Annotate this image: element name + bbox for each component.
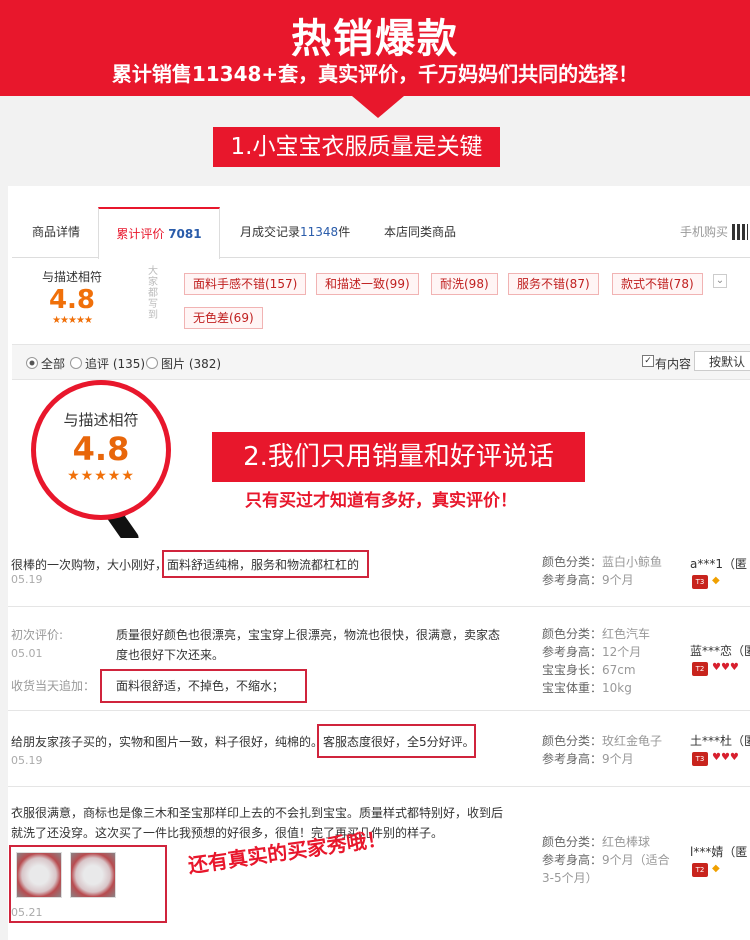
meta-value: 9个月 xyxy=(602,573,634,587)
review-date: 05.19 xyxy=(11,573,43,586)
tab-bar: 商品详情 累计评价 7081 月成交记录11348件 本店同类商品 手机购买 xyxy=(12,207,750,259)
radio-icon xyxy=(70,357,82,369)
meta-key: 参考身高： xyxy=(542,853,603,867)
reviewer-name[interactable]: 土***杜（匿 xyxy=(690,732,750,749)
append-review-label: 收货当天追加： xyxy=(11,679,96,693)
meta-value: 玫红金龟子 xyxy=(602,734,663,748)
user-level-badge: T3 xyxy=(692,575,708,589)
rating-score: 4.8 xyxy=(48,285,96,315)
tab-mobile-buy[interactable]: 手机购买 xyxy=(680,207,728,257)
review-text-part: 给朋友家孩子买的，实物和图片一致，料子很好，纯棉的。 xyxy=(11,735,324,749)
filter-pictures-label: 图片 (382) xyxy=(161,357,222,371)
highlight-box xyxy=(317,724,476,758)
rating-summary: 与描述相符 4.8 ★★★★★ xyxy=(12,258,132,344)
banner-subtitle: 累计销售11348+套，真实评价，千万妈妈们共同的选择！ xyxy=(111,62,639,86)
radio-icon xyxy=(146,357,158,369)
reviewer-name[interactable]: l***婧（匿 xyxy=(690,843,747,860)
highlight-box xyxy=(9,845,167,923)
meta-value: 12个月 xyxy=(602,645,642,659)
review-date: 05.19 xyxy=(11,754,43,767)
impression-tag[interactable]: 面料手感不错(157) xyxy=(184,273,307,295)
rating-badge: 与描述相符 4.8 ★★★★★ xyxy=(31,380,171,520)
chevron-down-icon[interactable]: ⌄ xyxy=(713,274,727,288)
impression-tag[interactable]: 无色差(69) xyxy=(184,307,263,329)
diamond-icon: ◆ xyxy=(712,863,720,874)
meta-value: 9个月 xyxy=(602,752,634,766)
badge-label: 与描述相符 xyxy=(63,411,139,429)
meta-key: 颜色分类： xyxy=(542,734,603,748)
impressions-label: 大家都写到 xyxy=(148,266,158,321)
meta-value: 红色棒球 xyxy=(602,835,651,849)
section-subheading-reviews: 只有买过才知道有多好，真实评价！ xyxy=(245,491,517,511)
tab-reviews-count: 7081 xyxy=(168,227,202,241)
meta-value: 67cm xyxy=(602,663,636,677)
sort-select-label: 按默认 xyxy=(709,355,746,369)
heart-icon: ♥♥♥ xyxy=(712,752,739,763)
user-level-badge: T3 xyxy=(692,752,708,766)
reviewer-name[interactable]: 蓝***恋（匿 xyxy=(690,642,750,659)
rating-stars: ★★★★★ xyxy=(52,315,93,326)
review-meta: 颜色分类：玫红金龟子 参考身高：9个月 xyxy=(542,732,662,768)
review-meta: 颜色分类：红色汽车 参考身高：12个月 宝宝身长：67cm 宝宝体重：10kg xyxy=(542,625,650,697)
tab-reviews[interactable]: 累计评价 7081 xyxy=(98,207,220,259)
promo-banner: 热销爆款 累计销售11348+套，真实评价，千万妈妈们共同的选择！ xyxy=(0,0,750,96)
filter-all-label: 全部 xyxy=(41,357,66,371)
meta-key: 颜色分类： xyxy=(542,627,603,641)
meta-key: 宝宝身长： xyxy=(542,663,603,677)
meta-value: 红色汽车 xyxy=(602,627,651,641)
impression-tag[interactable]: 和描述一致(99) xyxy=(316,273,419,295)
rating-label: 与描述相符 xyxy=(41,270,102,284)
tab-monthly-deals[interactable]: 月成交记录11348件 xyxy=(240,207,350,257)
radio-selected-icon xyxy=(26,357,38,369)
impression-tag[interactable]: 耐洗(98) xyxy=(431,273,498,295)
review-text: 质量很好颜色也很漂亮，宝宝穿上很漂亮，物流也很快，很满意，卖家态度也很好下次还来… xyxy=(116,628,501,662)
tab-details[interactable]: 商品详情 xyxy=(32,207,80,257)
heart-icon: ♥♥♥ xyxy=(712,662,739,673)
banner-notch xyxy=(352,96,404,118)
tab-monthly-deals-label: 月成交记录 xyxy=(240,225,301,239)
section-heading-reviews: 2.我们只用销量和好评说话 xyxy=(212,432,585,482)
meta-key: 颜色分类： xyxy=(542,555,603,569)
user-level-badge: T2 xyxy=(692,662,708,676)
section-heading-quality: 1.小宝宝衣服质量是关键 xyxy=(213,127,500,167)
review-filter-bar: 全部 追评 (135) 图片 (382) ✓ 有内容 按默认 ⌄ xyxy=(12,344,750,380)
sort-select[interactable]: 按默认 ⌄ xyxy=(694,351,750,371)
initial-review-label: 初次评价: xyxy=(11,628,64,642)
tab-shop-similar[interactable]: 本店同类商品 xyxy=(384,207,456,257)
banner-title: 热销爆款 xyxy=(291,16,459,62)
highlight-box xyxy=(162,550,369,578)
review-text: 衣服很满意，商标也是像三木和圣宝那样印上去的不会扎到宝宝。质量样式都特别好，收到… xyxy=(11,806,504,840)
user-level-badge: T2 xyxy=(692,863,708,877)
filter-all[interactable]: 全部 xyxy=(26,355,65,372)
tab-monthly-deals-count: 11348 xyxy=(300,225,339,239)
review-meta: 颜色分类：红色棒球 参考身高：9个月（适合3-5个月） xyxy=(542,833,677,887)
highlight-box xyxy=(100,669,307,703)
review-text-part: 很棒的一次购物，大小刚好， xyxy=(11,558,168,572)
has-content-label: 有内容 xyxy=(655,357,692,371)
impression-tag[interactable]: 款式不错(78) xyxy=(612,273,703,295)
meta-key: 参考身高： xyxy=(542,645,603,659)
review-date: 05.01 xyxy=(11,647,43,660)
filter-followup[interactable]: 追评 (135) xyxy=(70,355,145,372)
meta-key: 参考身高： xyxy=(542,752,603,766)
reviewer-name[interactable]: a***1（匿 xyxy=(690,555,747,572)
checkbox-checked-icon[interactable]: ✓ xyxy=(642,355,654,367)
meta-key: 宝宝体重： xyxy=(542,681,603,695)
diamond-icon: ◆ xyxy=(712,575,720,586)
meta-value: 蓝白小鲸鱼 xyxy=(602,555,663,569)
filter-pictures[interactable]: 图片 (382) xyxy=(146,355,221,372)
meta-key: 颜色分类： xyxy=(542,835,603,849)
impression-tag[interactable]: 服务不错(87) xyxy=(508,273,599,295)
filter-followup-label: 追评 (135) xyxy=(85,357,146,371)
review-meta: 颜色分类：蓝白小鲸鱼 参考身高：9个月 xyxy=(542,553,662,589)
tab-reviews-label: 累计评价 xyxy=(116,227,169,241)
badge-score: 4.8 xyxy=(72,430,130,468)
meta-key: 参考身高： xyxy=(542,573,603,587)
badge-stars: ★★★★★ xyxy=(67,468,135,484)
meta-value: 10kg xyxy=(602,681,632,695)
qr-code-icon[interactable] xyxy=(732,224,748,240)
tab-monthly-deals-suffix: 件 xyxy=(338,225,351,239)
